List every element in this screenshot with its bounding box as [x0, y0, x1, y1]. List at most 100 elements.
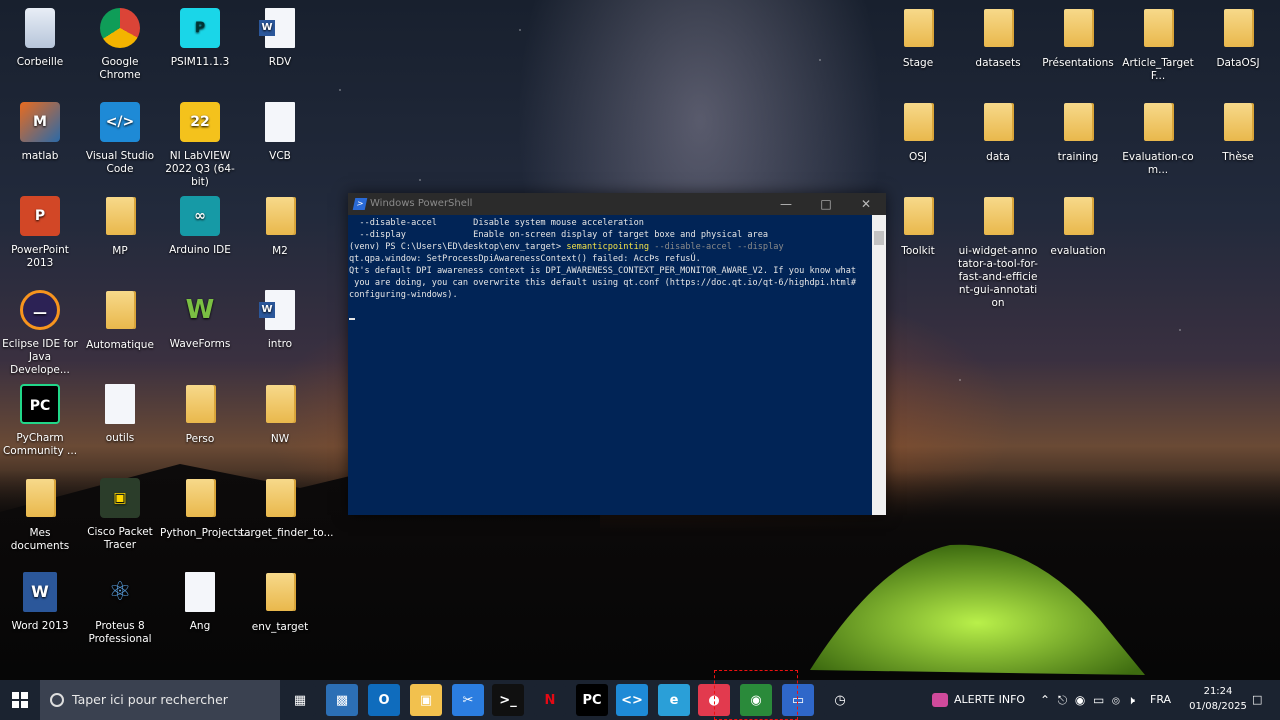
volume-icon[interactable]: 🕨 — [1127, 693, 1135, 707]
desktop-icon-waveforms[interactable]: W WaveForms — [160, 288, 240, 351]
taskbar-search-box[interactable]: Taper ici pour rechercher — [40, 680, 280, 720]
desktop-icon-python-projects[interactable]: Python_Projects... — [160, 476, 253, 540]
desktop-folder-training[interactable]: training — [1038, 100, 1118, 164]
desktop-folder-article-targetf[interactable]: Article_TargetF... — [1118, 6, 1198, 83]
desktop-icon-psim11-1-3[interactable]: P PSIM11.1.3 — [160, 6, 240, 69]
desktop-icon-target-finder-to[interactable]: target_finder_to... — [240, 476, 334, 540]
desktop-folder-ui-widget-annotator-a-tool-for[interactable]: ui-widget-annotator-a-tool-for-fast-and-… — [958, 194, 1038, 310]
desktop-folder-evaluation[interactable]: evaluation — [1038, 194, 1118, 258]
desktop-icon-matlab[interactable]: Mmatlab — [0, 100, 80, 163]
desktop-icon-label: Word 2013 — [11, 620, 69, 632]
usb-icon[interactable]: ⎋ — [1058, 693, 1068, 707]
desktop-icon-label: Automatique — [86, 339, 154, 351]
taskbar-vscode-icon[interactable]: <> — [616, 684, 648, 716]
clock[interactable]: 21:24 01/08/2025 — [1188, 684, 1248, 714]
desktop-icon-ang[interactable]: Ang — [160, 570, 240, 633]
desktop-icon-google-chrome[interactable]: Google Chrome — [80, 6, 160, 82]
folder-icon — [20, 479, 60, 523]
taskbar-outlook-icon[interactable]: O — [368, 684, 400, 716]
desktop-icon-powerpoint-2013[interactable]: P PowerPoint 2013 — [0, 194, 80, 270]
desktop-icon-label: Ang — [189, 620, 211, 632]
window-title: Windows PowerShell — [370, 198, 473, 209]
taskbar-task-view-icon[interactable]: ▦ — [284, 684, 316, 716]
desktop-icon-label: OSJ — [908, 151, 928, 163]
desktop-icon-label: Visual Studio Code — [85, 150, 155, 175]
desktop-icon-mes-documents[interactable]: Mes documents — [0, 476, 80, 553]
desktop-icon-pycharm-community[interactable]: PC PyCharm Community ... — [0, 382, 80, 458]
desktop-icon-m2[interactable]: M2 — [240, 194, 320, 258]
camera-icon[interactable]: ◉ — [1075, 693, 1085, 707]
console-prompt-line[interactable] — [349, 313, 871, 325]
desktop-icon-nw[interactable]: NW — [240, 382, 320, 446]
alert-info-widget[interactable]: ALERTE INFO — [932, 680, 1028, 720]
console-output[interactable]: --disable-accel Disable system mouse acc… — [348, 215, 872, 515]
desktop-icon-arduino-ide[interactable]: ∞ Arduino IDE — [160, 194, 240, 257]
desktop-icon-label: Google Chrome — [99, 56, 141, 81]
desktop-icon-label: NI LabVIEW 2022 Q3 (64-bit) — [165, 150, 235, 188]
desktop-icon-label: PSIM11.1.3 — [170, 56, 230, 68]
desktop-icon-vcb[interactable]: VCB — [240, 100, 320, 163]
desktop-folder-stage[interactable]: Stage — [878, 6, 958, 70]
folder-icon — [260, 197, 300, 241]
desktop-icon-perso[interactable]: Perso — [160, 382, 240, 446]
desktop-icon-visual-studio-code[interactable]: </> Visual Studio Code — [80, 100, 160, 176]
desktop-icon-ni-labview-2022-q3-64-bit[interactable]: 22 NI LabVIEW 2022 Q3 (64-bit) — [160, 100, 240, 189]
desktop-icon-outils[interactable]: outils — [80, 382, 160, 445]
desktop-icon-label: Thèse — [1222, 151, 1254, 163]
taskbar-edge-icon[interactable]: e — [658, 684, 690, 716]
console-line: Qt's default DPI awareness context is DP… — [349, 265, 871, 277]
folder-icon — [100, 291, 140, 335]
desktop-icon-label: Perso — [185, 433, 215, 445]
chevron-up-icon[interactable]: ⌃ — [1040, 693, 1050, 707]
desktop-icon-label: Toolkit — [901, 245, 935, 257]
desktop-folder-evaluation-com[interactable]: Evaluation-com... — [1118, 100, 1198, 177]
taskbar-network-explorer-icon[interactable]: ▩ — [326, 684, 358, 716]
desktop-folder-toolkit[interactable]: Toolkit — [878, 194, 958, 258]
battery-icon[interactable]: ▭ — [1093, 693, 1104, 707]
desktop-icon-label: DataOSJ — [1216, 57, 1260, 69]
highlight-box — [714, 670, 798, 720]
desktop-folder-osj[interactable]: OSJ — [878, 100, 958, 164]
wifi-icon[interactable]: ⦾ — [1112, 693, 1120, 707]
taskbar-file-explorer-icon[interactable]: ▣ — [410, 684, 442, 716]
clock-time: 21:24 — [1203, 686, 1233, 697]
folder-icon — [1218, 9, 1258, 53]
desktop-icon-label: Corbeille — [16, 56, 64, 68]
console-line: --display Enable on-screen display of ta… — [349, 229, 871, 241]
console-scrollbar[interactable] — [872, 215, 886, 515]
desktop-icon-word-2013[interactable]: W Word 2013 — [0, 570, 80, 633]
taskbar-pycharm-icon[interactable]: PC — [576, 684, 608, 716]
desktop-icon-intro[interactable]: Wintro — [240, 288, 320, 351]
desktop-icon-mp[interactable]: MP — [80, 194, 160, 258]
desktop-icon-eclipse-ide-for-java-develope[interactable]: — Eclipse IDE for Java Develope... — [0, 288, 80, 377]
taskbar-netflix-icon[interactable]: N — [534, 684, 566, 716]
system-tray-icons[interactable]: ⌃ ⎋ ◉ ▭ ⦾ 🕨 — [1040, 680, 1144, 720]
desktop-icon-cisco-packet-tracer[interactable]: ▣ Cisco Packet Tracer — [80, 476, 160, 552]
desktop-folder-data[interactable]: data — [958, 100, 1038, 164]
start-button[interactable] — [0, 680, 40, 720]
desktop-folder-dataosj[interactable]: DataOSJ — [1198, 6, 1278, 70]
desktop-icon-proteus-8-professional[interactable]: ⚛ Proteus 8 Professional — [80, 570, 160, 646]
desktop-folder-th-se[interactable]: Thèse — [1198, 100, 1278, 164]
desktop-icon-rdv[interactable]: W RDV — [240, 6, 320, 69]
taskbar-snipping-icon[interactable]: ✂ — [452, 684, 484, 716]
folder-icon — [898, 9, 938, 53]
language-indicator[interactable]: FRA — [1150, 680, 1171, 720]
powershell-window[interactable]: > Windows PowerShell — □ ✕ --disable-acc… — [348, 193, 886, 515]
desktop-icon-env-target[interactable]: env_target — [240, 570, 320, 634]
powershell-titlebar[interactable]: > Windows PowerShell — □ ✕ — [348, 193, 886, 215]
minimize-button[interactable]: — — [766, 193, 806, 215]
close-button[interactable]: ✕ — [846, 193, 886, 215]
desktop-folder-datasets[interactable]: datasets — [958, 6, 1038, 70]
maximize-button[interactable]: □ — [806, 193, 846, 215]
desktop-icon-label: matlab — [21, 150, 59, 162]
desktop-icon-automatique[interactable]: Automatique — [80, 288, 160, 352]
desktop-folder-pr-sentations[interactable]: Présentations — [1038, 6, 1118, 70]
desktop-icon-label: target_finder_to... — [240, 527, 334, 539]
scrollbar-thumb[interactable] — [874, 231, 884, 245]
taskbar-terminal-icon[interactable]: >_ — [492, 684, 524, 716]
arduino-icon: ∞ — [180, 196, 220, 240]
notification-icon[interactable]: □ — [1252, 680, 1268, 720]
taskbar-monitor-app-icon[interactable]: ◷ — [824, 684, 856, 716]
desktop-icon-corbeille[interactable]: Corbeille — [0, 6, 80, 69]
